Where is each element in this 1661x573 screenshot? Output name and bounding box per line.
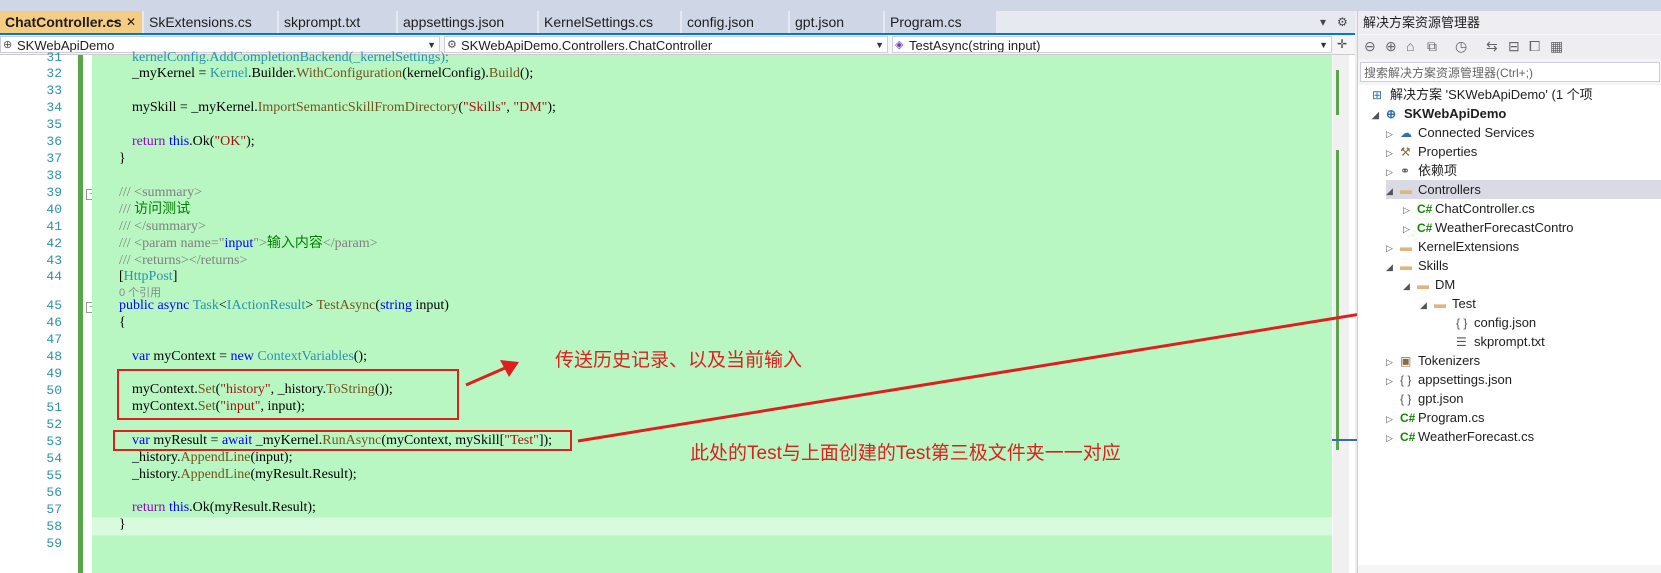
- csharp-file-icon: C#: [1417, 221, 1433, 235]
- tree-item[interactable]: ▷ C# ChatController.cs: [1403, 199, 1535, 218]
- folder-icon: ▬: [1400, 259, 1412, 273]
- project-icon: ⊕: [1386, 107, 1397, 121]
- tree-item[interactable]: ◢ ▬ DM: [1403, 275, 1455, 294]
- arrow-line-test: [577, 306, 1399, 443]
- solution-explorer-toolbar: ⊖ ⊕ ⌂ ⧉ ◷ ⇆ ⊟ ⧠ ▦: [1358, 35, 1661, 59]
- solution-icon: ⊞: [1372, 88, 1383, 102]
- tree-item[interactable]: ▷ ▣ Tokenizers: [1386, 351, 1480, 370]
- text-file-icon: ☰: [1456, 335, 1467, 349]
- home-icon[interactable]: ⌂: [1406, 38, 1414, 54]
- json-file-icon: { }: [1456, 316, 1468, 330]
- connected-services-icon: ☁: [1400, 126, 1412, 140]
- collapse-all-icon[interactable]: ⊟: [1508, 38, 1520, 55]
- tree-item[interactable]: ◢ ▬ Test: [1420, 294, 1476, 313]
- csharp-file-icon: C#: [1417, 202, 1433, 216]
- csharp-file-icon: C#: [1400, 430, 1416, 444]
- tree-item[interactable]: { } config.json: [1456, 313, 1536, 332]
- show-all-files-icon[interactable]: ⧠: [1529, 38, 1540, 55]
- tree-solution[interactable]: ⊞ 解决方案 'SKWebApiDemo' (1 个项: [1372, 85, 1593, 104]
- tree-item[interactable]: { } gpt.json: [1400, 389, 1464, 408]
- arrow-line-history: [465, 366, 506, 387]
- json-file-icon: { }: [1400, 392, 1412, 406]
- solution-explorer: 解决方案资源管理器 ⊖ ⊕ ⌂ ⧉ ◷ ⇆ ⊟ ⧠ ▦ 搜索解决方案资源管理器(…: [1357, 11, 1661, 573]
- forward-icon[interactable]: ⊕: [1385, 38, 1397, 55]
- solution-explorer-title: 解决方案资源管理器: [1358, 11, 1661, 34]
- solution-tree: ⊞ 解决方案 'SKWebApiDemo' (1 个项 ◢ ⊕ SKWebApiDem…: [1358, 85, 1661, 565]
- collapsed-icon: ▷: [1386, 376, 1393, 386]
- tree-item[interactable]: ☰ skprompt.txt: [1456, 332, 1545, 351]
- folder-icon: ▬: [1400, 240, 1412, 254]
- properties-icon: ⚒: [1400, 145, 1411, 159]
- csharp-file-icon: C#: [1400, 411, 1416, 425]
- solution-search-input[interactable]: 搜索解决方案资源管理器(Ctrl+;): [1360, 62, 1660, 82]
- dependencies-icon: ⚭: [1400, 164, 1411, 178]
- folder-icon: ▣: [1400, 354, 1412, 368]
- sync-icon[interactable]: ⇆: [1486, 38, 1498, 55]
- properties-icon[interactable]: ▦: [1550, 38, 1563, 55]
- expanded-icon: ◢: [1403, 281, 1410, 291]
- tree-item[interactable]: ▷ ⚒ Properties: [1386, 142, 1477, 161]
- tree-item[interactable]: ▷ C# Program.cs: [1386, 408, 1484, 427]
- tree-project[interactable]: ◢ ⊕ SKWebApiDemo: [1372, 104, 1506, 123]
- json-file-icon: { }: [1400, 373, 1412, 387]
- tree-item[interactable]: ▷{ } appsettings.json: [1386, 370, 1512, 389]
- folder-icon: ▬: [1434, 297, 1446, 311]
- tree-item[interactable]: ◢ ▬ Skills: [1386, 256, 1448, 275]
- folder-icon: ▬: [1400, 183, 1412, 197]
- tree-item[interactable]: ▷ C# WeatherForecastContro: [1403, 218, 1574, 237]
- tree-item[interactable]: ▷ ⚭ 依赖项: [1386, 161, 1457, 180]
- folder-icon: ▬: [1417, 278, 1429, 292]
- tree-item[interactable]: ▷ ▬ KernelExtensions: [1386, 237, 1519, 256]
- collapsed-icon: ▷: [1386, 433, 1393, 443]
- expanded-icon: ◢: [1420, 300, 1427, 310]
- expanded-icon: ◢: [1372, 110, 1379, 120]
- switch-views-icon[interactable]: ⧉: [1427, 38, 1437, 55]
- expanded-icon: ◢: [1386, 262, 1393, 272]
- history-icon[interactable]: ◷: [1455, 38, 1467, 55]
- back-icon[interactable]: ⊖: [1364, 38, 1376, 55]
- tree-item[interactable]: ▷ ☁ Connected Services: [1386, 123, 1534, 142]
- expanded-icon: ◢: [1386, 186, 1393, 196]
- tree-item[interactable]: ▷ C# WeatherForecast.cs: [1386, 427, 1534, 446]
- tree-item-selected[interactable]: ◢ ▬ Controllers: [1386, 180, 1661, 199]
